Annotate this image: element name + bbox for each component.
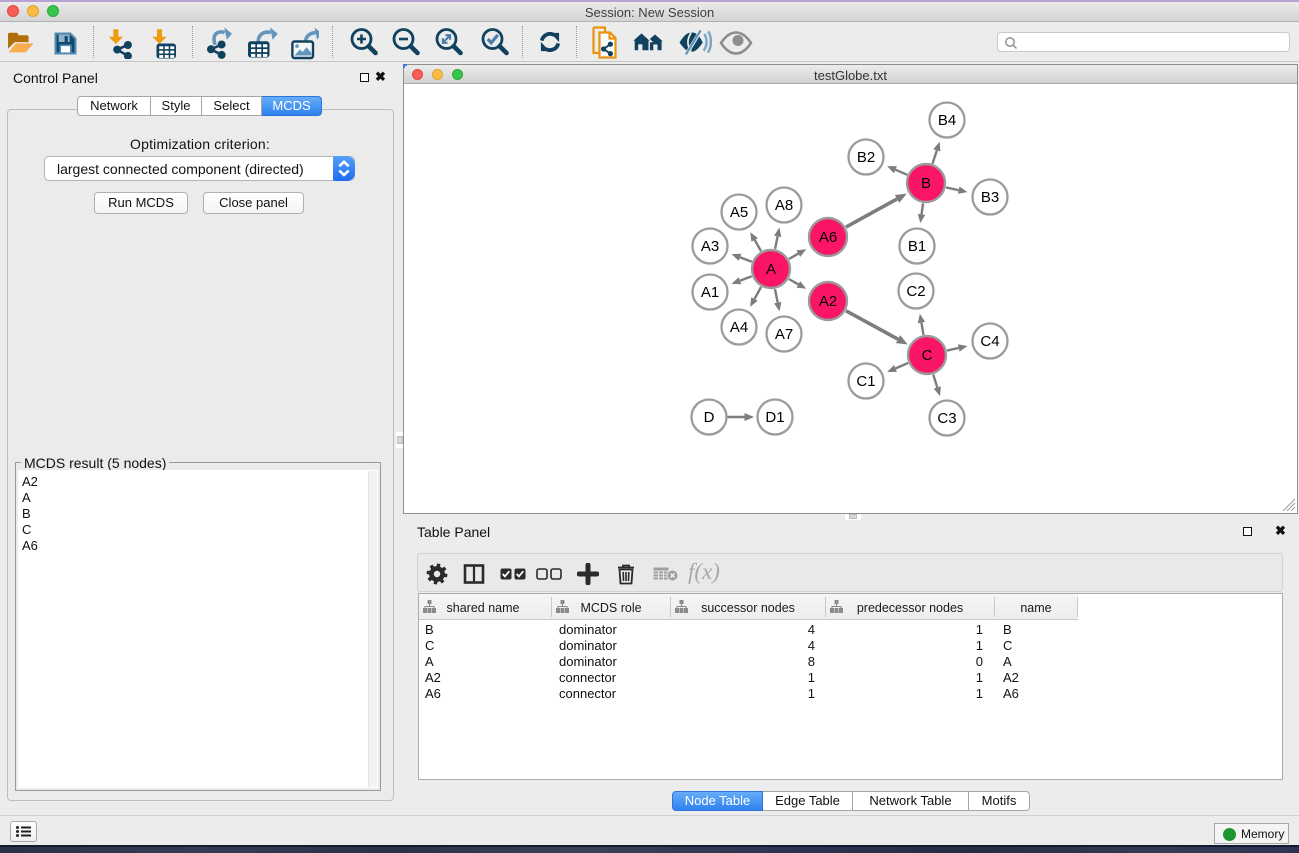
- svg-text:B4: B4: [938, 112, 956, 129]
- svg-text:A6: A6: [819, 229, 837, 246]
- svg-text:name: name: [1020, 601, 1051, 615]
- svg-text:A3: A3: [701, 238, 719, 255]
- svg-text:D1: D1: [765, 409, 784, 426]
- svg-text:MCDS role: MCDS role: [580, 601, 641, 615]
- svg-text:A4: A4: [730, 319, 748, 336]
- svg-text:B1: B1: [908, 238, 926, 255]
- svg-text:predecessor nodes: predecessor nodes: [857, 601, 963, 615]
- svg-text:successor nodes: successor nodes: [701, 601, 795, 615]
- svg-text:shared name: shared name: [447, 601, 520, 615]
- svg-text:A: A: [766, 261, 776, 278]
- svg-text:C: C: [922, 347, 933, 364]
- svg-text:B2: B2: [857, 149, 875, 166]
- svg-text:A2: A2: [819, 293, 837, 310]
- svg-text:C3: C3: [937, 410, 956, 427]
- svg-text:A7: A7: [775, 326, 793, 343]
- svg-text:B3: B3: [981, 189, 999, 206]
- svg-text:A1: A1: [701, 284, 719, 301]
- svg-text:C1: C1: [856, 373, 875, 390]
- svg-text:A8: A8: [775, 197, 793, 214]
- svg-text:D: D: [704, 409, 715, 426]
- svg-text:A5: A5: [730, 204, 748, 221]
- svg-text:B: B: [921, 175, 931, 192]
- svg-text:C2: C2: [906, 283, 925, 300]
- svg-text:C4: C4: [980, 333, 999, 350]
